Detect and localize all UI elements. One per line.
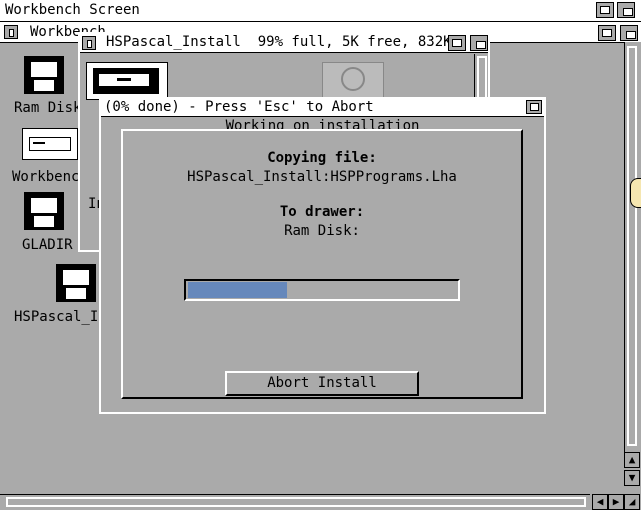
edge-tab-handle[interactable] bbox=[630, 178, 641, 208]
screen-title: Workbench Screen bbox=[5, 2, 140, 18]
scroll-up-icon[interactable]: ▲ bbox=[624, 452, 640, 468]
abort-install-button[interactable]: Abort Install bbox=[225, 371, 419, 396]
screen-depth-back-icon[interactable] bbox=[596, 2, 614, 18]
installer-depth-icon[interactable] bbox=[526, 100, 542, 114]
workbench-disk-icon[interactable] bbox=[22, 128, 78, 160]
progress-bar-fill bbox=[188, 282, 287, 298]
ram-disk-label[interactable]: Ram Disk bbox=[14, 100, 82, 116]
gladir-disk-label[interactable]: GLADIR bbox=[22, 237, 73, 253]
workbench-vertical-scroll-knob[interactable] bbox=[627, 46, 637, 446]
installer-project-icon[interactable] bbox=[322, 62, 384, 98]
hspascal-drawer-depth-icon[interactable] bbox=[470, 35, 488, 51]
scroll-left-icon[interactable]: ◀ bbox=[592, 494, 608, 510]
hspascal-drawer-zoom-icon[interactable] bbox=[448, 35, 466, 51]
workbench-horizontal-scroll-knob[interactable] bbox=[6, 497, 586, 507]
hspascal-drawer-title: HSPascal_Install 99% full, 5K free, 832K bbox=[106, 34, 452, 50]
workbench-zoom-icon[interactable] bbox=[598, 25, 616, 41]
scroll-down-icon[interactable]: ▼ bbox=[624, 470, 640, 486]
workbench-close-icon[interactable] bbox=[4, 25, 18, 39]
installer-title: (0% done) - Press 'Esc' to Abort bbox=[104, 99, 374, 115]
to-drawer-value: Ram Disk: bbox=[284, 223, 360, 239]
scroll-right-icon[interactable]: ▶ bbox=[608, 494, 624, 510]
workbench-depth-icon[interactable] bbox=[620, 25, 638, 41]
size-gadget-icon[interactable]: ◢ bbox=[624, 494, 640, 510]
installer-header: Working on installation bbox=[225, 118, 420, 129]
workbench-disk-label[interactable]: Workbench bbox=[12, 169, 88, 185]
drawer-icon[interactable] bbox=[86, 62, 168, 100]
hspascal-disk-label[interactable]: HSPascal_In bbox=[14, 309, 107, 325]
hspascal-drawer-close-icon[interactable] bbox=[82, 36, 96, 50]
copying-file-label: Copying file: bbox=[267, 150, 377, 166]
screen-depth-front-icon[interactable] bbox=[617, 2, 635, 18]
to-drawer-label: To drawer: bbox=[279, 204, 365, 220]
copying-file-value: HSPascal_Install:HSPPrograms.Lha bbox=[187, 169, 457, 185]
